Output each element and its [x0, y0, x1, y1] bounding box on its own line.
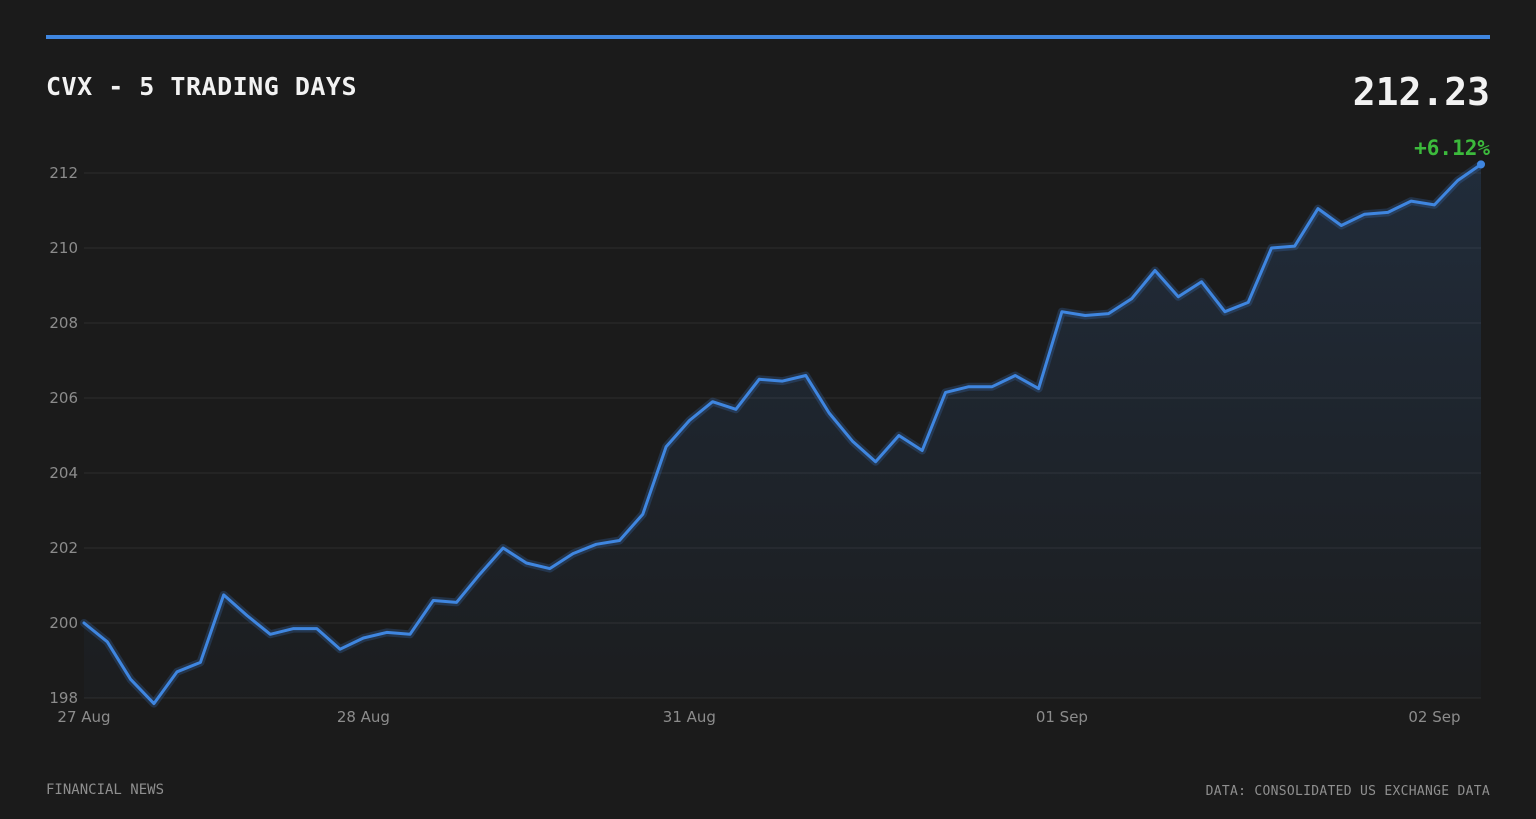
footer-source-right: DATA: CONSOLIDATED US EXCHANGE DATA: [1205, 784, 1490, 799]
x-tick-label: 02 Sep: [1408, 708, 1460, 726]
x-tick-label: 31 Aug: [663, 708, 716, 726]
y-tick-label: 200: [49, 614, 78, 632]
y-axis-ticks: 198 200 202 204 206 208 210 212: [49, 164, 78, 707]
x-tick-label: 28 Aug: [337, 708, 390, 726]
y-tick-label: 212: [49, 164, 78, 182]
footer-source-left: FINANCIAL NEWS: [46, 782, 165, 798]
x-tick-label: 27 Aug: [57, 708, 110, 726]
x-tick-label: 01 Sep: [1036, 708, 1088, 726]
last-price-point: [1477, 160, 1485, 169]
y-tick-label: 202: [49, 539, 78, 557]
y-tick-label: 208: [49, 314, 78, 332]
y-tick-label: 206: [49, 389, 78, 407]
y-tick-label: 198: [49, 689, 78, 707]
x-axis-ticks: 27 Aug 28 Aug 31 Aug 01 Sep 02 Sep: [57, 708, 1460, 726]
y-tick-label: 204: [49, 464, 78, 482]
price-chart: 198 200 202 204 206 208 210 212 27 Aug 28 Aug 31 …: [49, 160, 1485, 726]
y-tick-label: 210: [49, 239, 78, 257]
